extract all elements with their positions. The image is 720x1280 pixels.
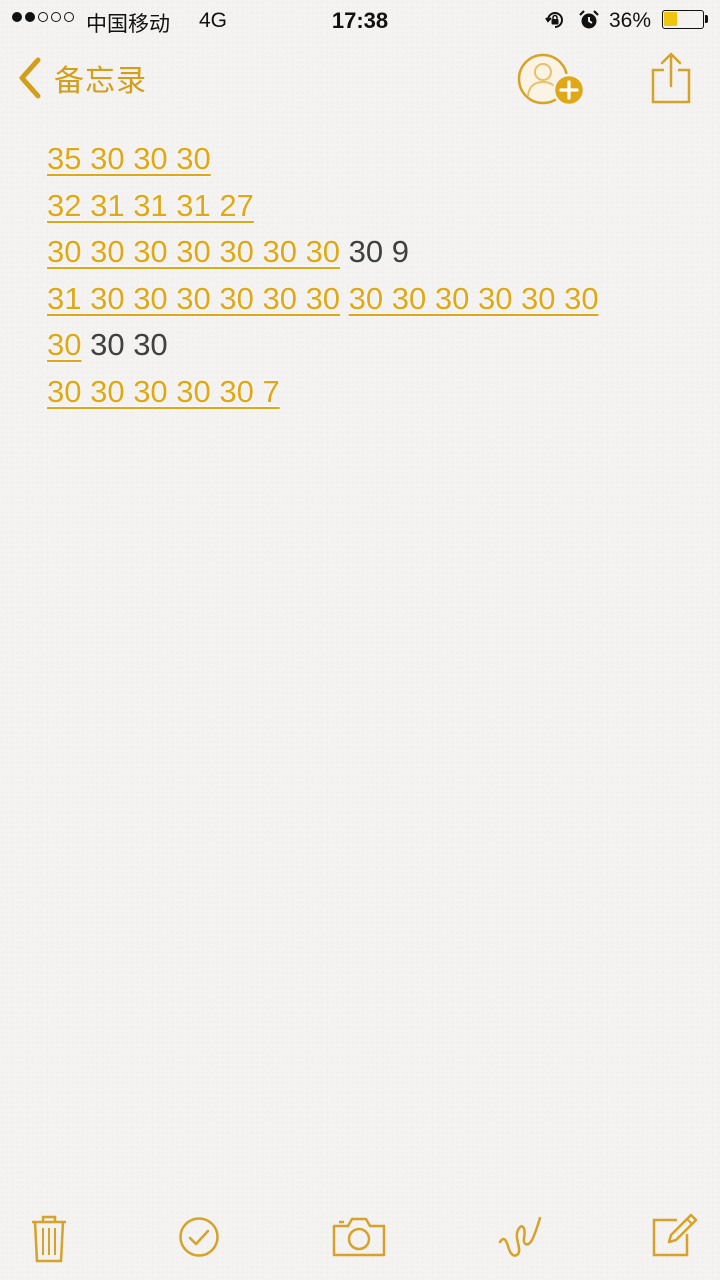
rotation-lock-icon xyxy=(544,9,566,37)
battery-tip xyxy=(705,15,708,23)
detected-number-link[interactable]: 32 31 31 31 27 xyxy=(47,188,254,223)
sketch-button[interactable] xyxy=(496,1212,544,1265)
battery-percent: 36% xyxy=(609,9,652,32)
back-button[interactable]: 备忘录 xyxy=(18,56,147,100)
battery-level xyxy=(664,12,677,26)
detected-number-link[interactable]: 35 30 30 30 xyxy=(47,141,211,176)
note-line: 31 30 30 30 30 30 30 30 30 30 30 30 30 xyxy=(47,276,687,323)
sketch-icon xyxy=(498,1216,542,1257)
camera-icon xyxy=(332,1217,386,1257)
detected-number-link[interactable]: 31 30 30 30 30 30 30 xyxy=(47,281,340,316)
compose-icon xyxy=(652,1213,698,1257)
detected-number-link[interactable]: 30 30 30 30 30 30 30 xyxy=(47,234,340,269)
note-body[interactable]: 35 30 30 30 32 31 31 31 27 30 30 30 30 30 … xyxy=(47,136,687,415)
back-label: 备忘录 xyxy=(54,64,147,99)
delete-button[interactable] xyxy=(30,1214,68,1269)
status-bar: 中国移动 4G 17:38 36% xyxy=(0,0,720,40)
add-person-button[interactable] xyxy=(516,52,588,121)
note-line: 30 30 30 xyxy=(47,322,687,369)
compose-button[interactable] xyxy=(651,1212,699,1263)
add-person-icon xyxy=(517,53,586,107)
detected-number-link[interactable]: 30 xyxy=(47,327,81,362)
navigation-bar: 备忘录 xyxy=(0,42,720,122)
note-line: 30 30 30 30 30 30 30 30 9 xyxy=(47,229,687,276)
checklist-icon xyxy=(179,1217,219,1257)
share-icon xyxy=(651,52,691,104)
note-line: 30 30 30 30 30 7 xyxy=(47,369,687,416)
battery-icon xyxy=(662,10,704,29)
note-text xyxy=(340,281,349,316)
trash-icon xyxy=(32,1215,66,1263)
chevron-left-icon xyxy=(19,57,41,99)
share-button[interactable] xyxy=(650,50,692,111)
note-line: 32 31 31 31 27 xyxy=(47,183,687,230)
alarm-icon xyxy=(578,9,600,37)
note-text: 30 30 xyxy=(81,327,168,362)
bottom-toolbar xyxy=(0,1200,720,1280)
checklist-button[interactable] xyxy=(178,1216,220,1263)
detected-number-link[interactable]: 30 30 30 30 30 30 xyxy=(349,281,599,316)
note-text: 30 9 xyxy=(340,234,409,269)
note-line: 35 30 30 30 xyxy=(47,136,687,183)
camera-button[interactable] xyxy=(331,1216,387,1263)
detected-number-link[interactable]: 30 30 30 30 30 7 xyxy=(47,374,280,409)
